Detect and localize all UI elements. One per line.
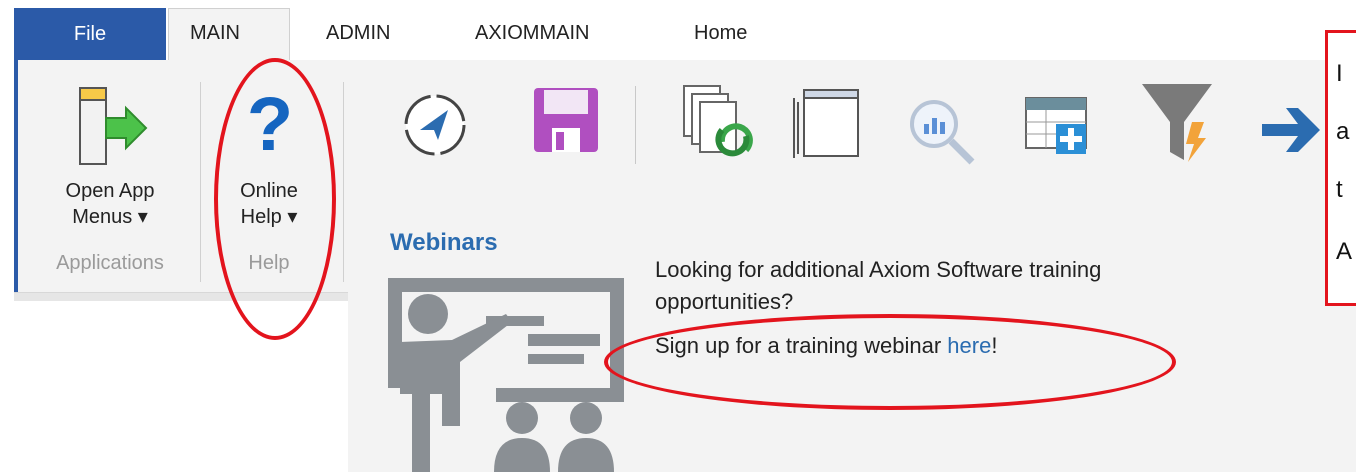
open-app-menus-button[interactable]: Open App Menus ▾ (30, 70, 190, 250)
tab-axiommain[interactable]: AXIOMMAIN (475, 22, 589, 45)
tab-main-label[interactable]: MAIN (190, 22, 240, 45)
callout-letter-3: t (1336, 176, 1343, 203)
window-icon[interactable] (792, 88, 862, 162)
group-applications: Applications (56, 252, 164, 274)
link-highlight-oval (604, 314, 1176, 410)
ribbon-separator (200, 82, 201, 282)
filter-icon[interactable] (1140, 82, 1216, 164)
webinar-text-line2: opportunities? (655, 289, 794, 314)
open-app-label-2: Menus ▾ (72, 206, 148, 228)
add-table-icon[interactable] (1024, 96, 1094, 158)
callout-letter-2: a (1336, 118, 1350, 145)
refresh-documents-icon[interactable] (682, 84, 754, 162)
callout-letter-4: A (1336, 238, 1353, 265)
toolbar-separator (635, 86, 636, 164)
open-app-icon (79, 87, 148, 165)
navigate-icon[interactable] (402, 92, 468, 158)
presenter-icon (388, 278, 624, 472)
tab-home[interactable]: Home (694, 22, 747, 45)
help-highlight-oval (214, 58, 336, 340)
callout-letter-1: I (1336, 60, 1343, 87)
open-app-label-1: Open App (65, 180, 155, 202)
arrow-right-icon[interactable] (1258, 100, 1324, 160)
save-icon[interactable] (532, 86, 600, 154)
ribbon-accent-line (14, 60, 18, 300)
webinars-title: Webinars (390, 229, 498, 256)
search-chart-icon[interactable] (906, 96, 976, 166)
tab-file[interactable]: File (14, 8, 166, 60)
tab-admin[interactable]: ADMIN (326, 22, 390, 45)
webinar-text-line1: Looking for additional Axiom Software tr… (655, 257, 1102, 282)
ribbon-separator (343, 82, 344, 282)
